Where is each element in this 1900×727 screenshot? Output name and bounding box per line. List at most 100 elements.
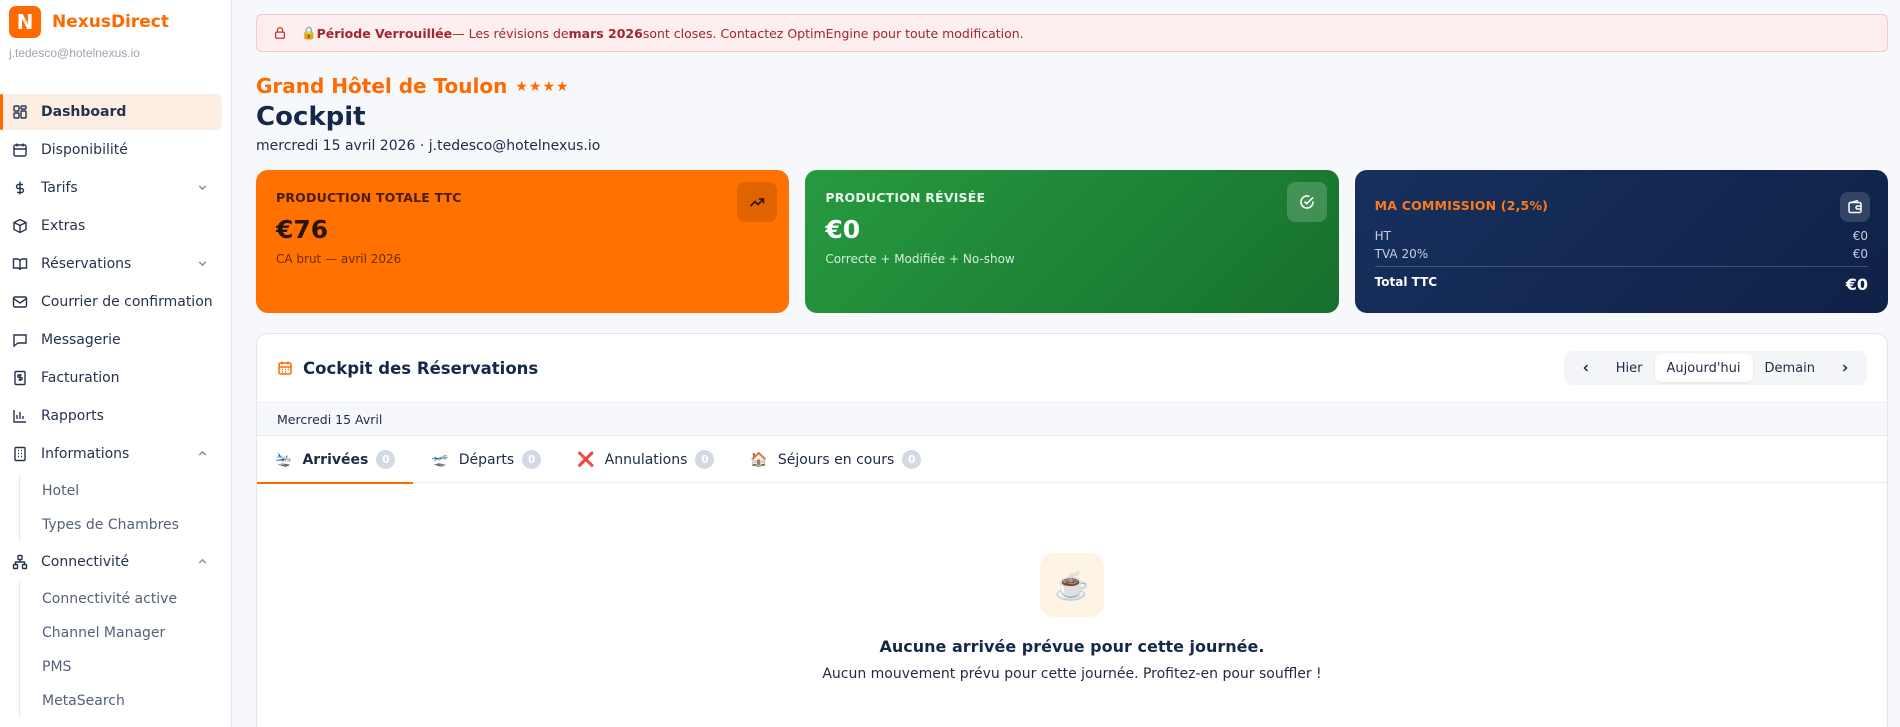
sidebar-subitem-connectivite-active[interactable]: Connectivité active	[20, 582, 231, 616]
tab-count-badge: 0	[376, 450, 396, 469]
tab-count-badge: 0	[902, 450, 922, 469]
reservations-header: Cockpit des Réservations Hier Aujourd'hu…	[257, 334, 1887, 402]
sidebar-item-label: Facturation	[41, 370, 120, 386]
tab-label: Départs	[458, 451, 515, 468]
sidebar-nav: Dashboard Disponibilité Tarifs Extras Ré…	[0, 94, 231, 718]
empty-title: Aucune arrivée prévue pour cette journée…	[879, 637, 1265, 656]
trending-up-icon	[737, 182, 778, 222]
sidebar-item-tarifs[interactable]: Tarifs	[0, 170, 222, 206]
empty-state: ☕ Aucune arrivée prévue pour cette journ…	[257, 483, 1887, 682]
hotel-stars: ★★★★	[515, 77, 570, 94]
tab-count-badge: 0	[695, 450, 715, 469]
sidebar-subitem-hotel[interactable]: Hotel	[20, 474, 231, 508]
sidebar-item-informations[interactable]: Informations	[0, 436, 222, 472]
sidebar-subitem-metasearch[interactable]: MetaSearch	[20, 684, 231, 718]
tab-label: Séjours en cours	[777, 451, 895, 468]
house-icon: 🏠	[750, 451, 768, 468]
current-date: Mercredi 15 Avril	[257, 402, 1887, 436]
box-icon	[13, 218, 27, 234]
tab-label: Annulations	[604, 451, 688, 468]
kpi-cards: PRODUCTION TOTALE TTC €76 CA brut — avri…	[256, 170, 1888, 313]
chevron-left-icon	[1583, 364, 1588, 372]
sidebar-item-label: Messagerie	[41, 332, 121, 348]
sidebar-subitem-channel-manager[interactable]: Channel Manager	[20, 616, 231, 650]
calendar-icon	[278, 361, 292, 375]
today-button[interactable]: Aujourd'hui	[1654, 354, 1753, 382]
empty-text: Aucun mouvement prévu pour cette journée…	[822, 666, 1322, 682]
connectivite-subnav: Connectivité active Channel Manager PMS …	[19, 582, 231, 718]
plane-departure-icon: 🛫	[431, 451, 449, 468]
coffee-icon: ☕	[1040, 553, 1104, 617]
commission-tva-value: €0	[1852, 247, 1868, 261]
tab-label: Arrivées	[302, 451, 369, 468]
alert-prefix: 🔒	[301, 25, 317, 40]
reservations-title: Cockpit des Réservations	[303, 358, 539, 378]
day-navigation: Hier Aujourd'hui Demain	[1563, 351, 1867, 385]
network-icon	[12, 554, 28, 570]
sidebar-subitem-pms[interactable]: PMS	[20, 650, 231, 684]
sidebar-item-extras[interactable]: Extras	[0, 208, 222, 244]
book-icon	[12, 258, 28, 271]
brand[interactable]: N NexusDirect	[0, 0, 231, 44]
alert-text-before: — Les révisions de	[452, 25, 569, 41]
chevron-up-icon	[198, 558, 207, 564]
production-note: CA brut — avril 2026	[276, 252, 402, 266]
page-title: Cockpit	[256, 102, 366, 132]
calendar-icon	[13, 143, 27, 157]
commission-ht-value: €0	[1852, 229, 1868, 243]
alert-text-after: sont closes. Contactez OptimEngine pour …	[642, 25, 1024, 41]
next-day-arrow[interactable]	[1827, 354, 1863, 382]
sidebar-item-label: Connectivité	[41, 554, 130, 570]
sidebar-item-disponibilite[interactable]: Disponibilité	[0, 132, 222, 168]
production-value: €76	[276, 215, 329, 244]
production-label: PRODUCTION TOTALE TTC	[276, 190, 462, 205]
commission-tva-row: TVA 20% €0	[1375, 245, 1868, 263]
yesterday-button[interactable]: Hier	[1604, 354, 1655, 382]
sidebar-item-rapports[interactable]: Rapports	[0, 398, 222, 434]
mail-icon	[12, 296, 28, 308]
commission-ht-label: HT	[1374, 229, 1392, 243]
cross-icon: ❌	[577, 451, 595, 468]
bar-chart-icon	[13, 410, 26, 423]
user-email: j.tedesco@hotelnexus.io	[9, 46, 140, 60]
commission-total-row: Total TTC €0	[1374, 266, 1868, 294]
invoice-icon	[14, 370, 26, 386]
sidebar-item-facturation[interactable]: Facturation	[0, 360, 222, 396]
revised-value: €0	[825, 215, 861, 244]
tab-count-badge: 0	[522, 450, 542, 469]
tab-sejours[interactable]: 🏠 Séjours en cours 0	[732, 436, 939, 483]
brand-name: NexusDirect	[52, 12, 169, 32]
production-card: PRODUCTION TOTALE TTC €76 CA brut — avri…	[256, 170, 790, 313]
tab-departs[interactable]: 🛫 Départs 0	[413, 436, 559, 483]
tab-arrivees[interactable]: 🛬 Arrivées 0	[257, 436, 414, 484]
commission-label: MA COMMISSION (2,5%)	[1374, 198, 1549, 213]
sidebar-item-connectivite[interactable]: Connectivité	[0, 544, 222, 580]
locked-period-alert: 🔒 Période Verrouillée — Les révisions de…	[256, 14, 1888, 52]
dashboard-icon	[13, 105, 27, 119]
sidebar-item-reservations[interactable]: Réservations	[0, 246, 222, 282]
sidebar-item-messagerie[interactable]: Messagerie	[0, 322, 222, 358]
hotel-line: Grand Hôtel de Toulon ★★★★	[256, 74, 1888, 98]
prev-day-arrow[interactable]	[1568, 354, 1604, 382]
reservation-tabs: 🛬 Arrivées 0 🛫 Départs 0 ❌ Annulations 0…	[257, 436, 1887, 484]
chevron-up-icon	[198, 450, 207, 456]
plane-landing-icon: 🛬	[275, 451, 293, 468]
hotel-name: Grand Hôtel de Toulon	[256, 74, 508, 98]
commission-total-value: €0	[1845, 275, 1868, 294]
chat-icon	[13, 334, 27, 348]
tab-annulations[interactable]: ❌ Annulations 0	[559, 436, 732, 483]
main-content: 🔒 Période Verrouillée — Les révisions de…	[256, 14, 1888, 727]
revised-note: Correcte + Modifiée + No-show	[825, 252, 1015, 266]
sidebar: N NexusDirect j.tedesco@hotelnexus.io Da…	[0, 0, 232, 727]
revised-label: PRODUCTION RÉVISÉE	[825, 190, 986, 205]
reservations-panel: Cockpit des Réservations Hier Aujourd'hu…	[256, 333, 1888, 727]
sidebar-item-label: Informations	[41, 446, 130, 462]
commission-breakdown: HT €0 TVA 20% €0 Total TTC €0	[1374, 227, 1868, 294]
chevron-down-icon	[198, 261, 207, 267]
tomorrow-button[interactable]: Demain	[1753, 354, 1828, 382]
sidebar-item-dashboard[interactable]: Dashboard	[0, 94, 222, 130]
sidebar-item-label: Extras	[41, 218, 86, 234]
sidebar-item-courrier[interactable]: Courrier de confirmation	[0, 284, 222, 320]
sidebar-subitem-types-chambres[interactable]: Types de Chambres	[20, 508, 231, 542]
sidebar-item-label: Disponibilité	[41, 142, 128, 158]
